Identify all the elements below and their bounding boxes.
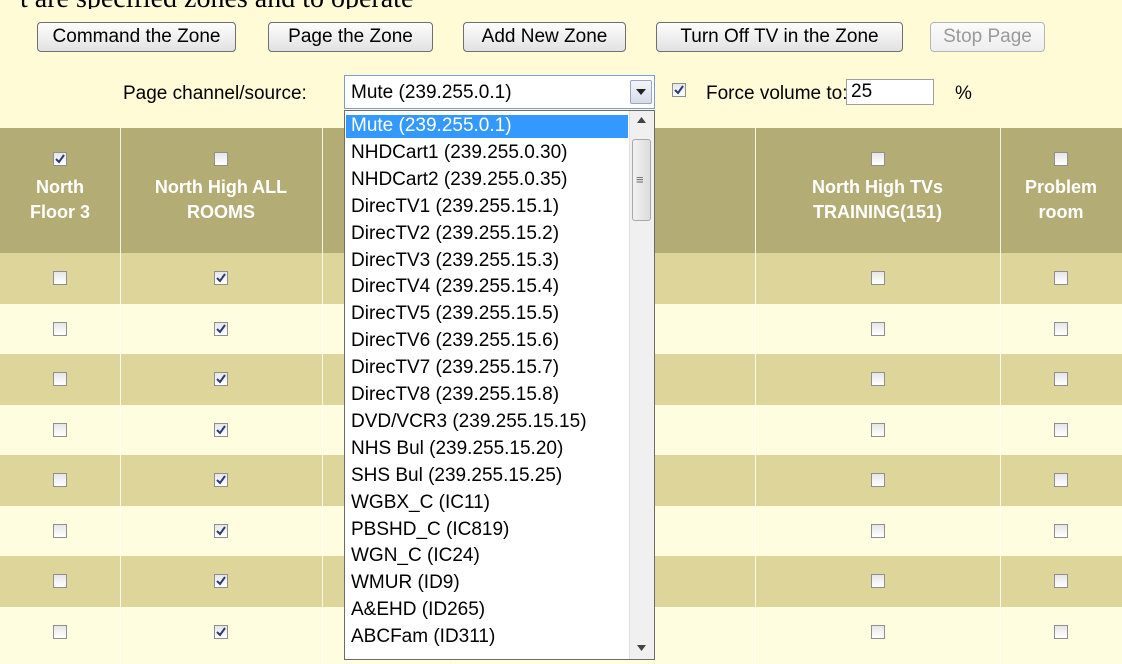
zone-checkbox[interactable]	[214, 422, 228, 437]
page-channel-selected-value: Mute (239.255.0.1)	[351, 82, 512, 103]
page-channel-select[interactable]: Mute (239.255.0.1)	[344, 75, 655, 109]
column-select-checkbox[interactable]	[1054, 152, 1068, 166]
zone-checkbox[interactable]	[1054, 271, 1068, 285]
dropdown-option[interactable]: NHS Bul (239.255.15.20)	[346, 438, 628, 461]
add-zone-button[interactable]: Add New Zone	[463, 22, 626, 52]
zone-checkbox[interactable]	[53, 624, 67, 639]
zone-checkbox[interactable]	[214, 624, 228, 639]
dropdown-option[interactable]: Mute (239.255.0.1)	[346, 115, 628, 138]
zone-checkbox[interactable]	[53, 473, 67, 487]
scroll-down-icon[interactable]	[637, 645, 646, 651]
column-header-label: North High ALL ROOMS	[120, 175, 322, 225]
zone-checkbox[interactable]	[53, 422, 67, 437]
dropdown-option[interactable]: DirecTV7 (239.255.15.7)	[346, 357, 628, 380]
zone-checkbox[interactable]	[53, 271, 67, 285]
zone-checkbox[interactable]	[214, 271, 228, 285]
percent-label: %	[955, 83, 972, 104]
zone-checkbox[interactable]	[871, 271, 885, 285]
dropdown-option[interactable]: DirecTV8 (239.255.15.8)	[346, 384, 628, 407]
column-header-label: North Floor 3	[0, 175, 120, 225]
dropdown-option[interactable]: ABCFam (ID311)	[346, 626, 628, 649]
scroll-up-icon[interactable]	[637, 117, 646, 123]
dropdown-option[interactable]: WMUR (ID9)	[346, 572, 628, 595]
column-select-checkbox[interactable]	[53, 152, 67, 166]
zone-checkbox[interactable]	[1054, 422, 1068, 437]
column-divider	[322, 128, 323, 664]
zone-checkbox[interactable]	[871, 422, 885, 437]
zone-checkbox[interactable]	[871, 624, 885, 639]
zone-checkbox[interactable]	[1054, 574, 1068, 588]
zone-checkbox[interactable]	[871, 523, 885, 538]
column-header-label: North High TVs TRAINING(151)	[755, 175, 1000, 225]
zone-checkbox[interactable]	[1054, 523, 1068, 538]
dropdown-option[interactable]: WGN_C (IC24)	[346, 545, 628, 568]
column-header-line: TRAINING(151)	[812, 202, 942, 222]
zone-checkbox[interactable]	[1054, 624, 1068, 639]
page-channel-label: Page channel/source:	[123, 83, 307, 104]
command-zone-button[interactable]: Command the Zone	[37, 22, 236, 52]
column-header-line: ROOMS	[186, 202, 255, 222]
column-header-line: Floor 3	[29, 202, 90, 222]
dropdown-scrollbar[interactable]: ≡	[629, 111, 654, 659]
zone-checkbox[interactable]	[214, 523, 228, 538]
column-header-line: room	[1038, 202, 1084, 222]
column-divider	[755, 128, 756, 664]
dropdown-option[interactable]: DirecTV1 (239.255.15.1)	[346, 196, 628, 219]
dropdown-option[interactable]: DirecTV4 (239.255.15.4)	[346, 276, 628, 299]
zone-checkbox[interactable]	[1054, 372, 1068, 386]
chevron-down-icon[interactable]	[630, 80, 652, 104]
column-header-line: North	[36, 177, 84, 197]
column-header-line: North High ALL	[154, 177, 288, 197]
page-zone-button[interactable]: Page the Zone	[268, 22, 433, 52]
toolbar-area: t are specified zones and to operate Com…	[0, 0, 1122, 128]
dropdown-option[interactable]: DirecTV6 (239.255.15.6)	[346, 330, 628, 353]
page-channel-dropdown-list[interactable]: Mute (239.255.0.1) NHDCart1 (239.255.0.30…	[344, 110, 655, 660]
dropdown-option[interactable]: NHDCart1 (239.255.0.30)	[346, 142, 628, 165]
dropdown-option[interactable]: DirecTV3 (239.255.15.3)	[346, 250, 628, 273]
zone-checkbox[interactable]	[871, 321, 885, 336]
zone-checkbox[interactable]	[214, 372, 228, 386]
column-header-line: North High TVs	[812, 177, 943, 197]
stop-page-button[interactable]: Stop Page	[930, 22, 1045, 52]
dropdown-option[interactable]: NHDCart2 (239.255.0.35)	[346, 169, 628, 192]
zone-checkbox[interactable]	[214, 574, 228, 588]
volume-input[interactable]	[846, 79, 934, 105]
column-header-label: Problem room	[1000, 175, 1122, 225]
column-select-checkbox[interactable]	[871, 152, 885, 166]
dropdown-option[interactable]: SHS Bul (239.255.15.25)	[346, 465, 628, 488]
column-divider	[120, 128, 121, 664]
zone-checkbox[interactable]	[871, 473, 885, 487]
clipped-instructions-text: t are specified zones and to operate	[20, 0, 413, 9]
zone-checkbox[interactable]	[53, 372, 67, 386]
zone-checkbox[interactable]	[53, 523, 67, 538]
zone-checkbox[interactable]	[1054, 473, 1068, 487]
column-select-checkbox[interactable]	[214, 152, 228, 166]
dropdown-option[interactable]: DirecTV5 (239.255.15.5)	[346, 303, 628, 326]
zone-checkbox[interactable]	[871, 574, 885, 588]
dropdown-option[interactable]: DVD/VCR3 (239.255.15.15)	[346, 411, 628, 434]
dropdown-option[interactable]: WGBX_C (IC11)	[346, 492, 628, 515]
dropdown-option[interactable]: A&EHD (ID265)	[346, 599, 628, 622]
force-volume-checkbox[interactable]	[672, 83, 686, 97]
column-header-line: Problem	[1024, 177, 1098, 197]
zone-checkbox[interactable]	[214, 473, 228, 487]
turn-off-tv-button[interactable]: Turn Off TV in the Zone	[656, 22, 903, 52]
zone-checkbox[interactable]	[53, 574, 67, 588]
zone-checkbox[interactable]	[214, 321, 228, 336]
dropdown-option[interactable]: DirecTV2 (239.255.15.2)	[346, 223, 628, 246]
zone-checkbox[interactable]	[1054, 321, 1068, 336]
zone-checkbox[interactable]	[53, 321, 67, 336]
scroll-thumb[interactable]: ≡	[632, 139, 651, 221]
column-divider	[1000, 128, 1001, 664]
dropdown-option[interactable]: PBSHD_C (IC819)	[346, 519, 628, 542]
grip-icon: ≡	[636, 172, 644, 187]
force-volume-label: Force volume to:	[706, 83, 848, 104]
zone-checkbox[interactable]	[871, 372, 885, 386]
